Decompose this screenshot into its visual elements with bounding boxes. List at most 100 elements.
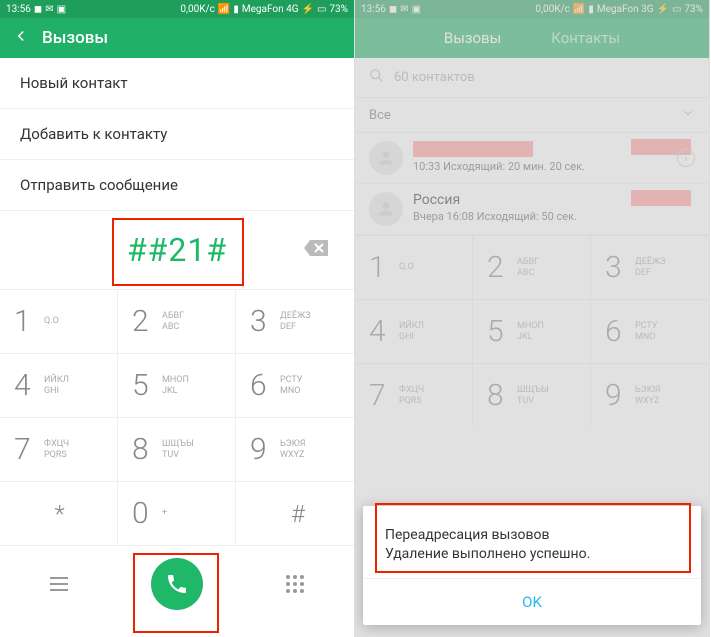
key-digit: 0 — [132, 496, 154, 531]
avatar — [369, 141, 403, 175]
key-8[interactable]: 8 ШЩЪЫTUV — [473, 363, 591, 427]
key-letters: ЬЭЮЯWXYZ — [280, 439, 306, 460]
key-letters: МНОПJKL — [517, 321, 544, 342]
call-button[interactable] — [151, 558, 203, 610]
battery-icon: ▭ — [317, 4, 326, 15]
key-digit: 7 — [14, 432, 36, 467]
key-digit: 5 — [132, 368, 154, 403]
key-digit: 7 — [369, 378, 391, 413]
key-3[interactable]: 3ДЕЁЖЗDEF — [591, 235, 709, 299]
key-digit: # — [291, 500, 313, 528]
vk-icon: ▣ — [412, 4, 421, 15]
key-9[interactable]: 9ЬЭЮЯWXYZ — [236, 417, 354, 481]
right-phone: 13:56 ◼ ✉ ▣ 0,00K/c 📶 ▮ MegaFon 3G ⚡ ▭ 7… — [355, 0, 710, 637]
key-digit: 6 — [605, 314, 627, 349]
key-6[interactable]: 6 РСТУMNO — [591, 299, 709, 363]
key-2[interactable]: 2 АБВГABC — [473, 235, 591, 299]
key-digit: 2 — [487, 250, 509, 285]
wifi-icon: 📶 — [573, 4, 585, 15]
key-*[interactable]: * — [0, 481, 118, 545]
key-6[interactable]: 6РСТУMNO — [236, 353, 354, 417]
key-letters: АБВГABC — [162, 311, 184, 332]
dialpad: 1Q.O 2 АБВГABC 3ДЕЁЖЗDEF 4ИЙКЛGHI5МНОПJKL6РС… — [0, 289, 354, 545]
key-7[interactable]: 7 ФХЦЧPQRS — [0, 417, 118, 481]
key-letters: ДЕЁЖЗDEF — [280, 311, 311, 332]
key-1[interactable]: 1 Q.O — [355, 235, 473, 299]
key-digit: 4 — [14, 368, 36, 403]
key-letters: РСТУMNO — [635, 321, 657, 342]
battery-icon: ▭ — [672, 4, 681, 15]
net-speed: 0,00K/c — [535, 4, 569, 15]
charge-icon: ⚡ — [657, 4, 669, 15]
key-4[interactable]: 4ИЙКЛGHI — [0, 353, 118, 417]
key-letters: ФХЦЧPQRS — [44, 439, 69, 460]
key-digit: 3 — [605, 250, 627, 285]
key-letters: ИЙКЛGHI — [399, 321, 424, 342]
dialpad-toggle[interactable] — [236, 546, 354, 621]
back-icon[interactable] — [12, 27, 30, 49]
action-menu: Новый контакт Добавить к контакту Отправ… — [0, 58, 354, 211]
status-bar: 13:56 ◼ ✉ ▣ 0,00K/c 📶 ▮ MegaFon 4G ⚡ ▭ 7… — [0, 0, 354, 18]
call-detail: 10:33 Исходящий: 20 мин. 20 сек. — [413, 160, 695, 173]
menu-send-message[interactable]: Отправить сообщение — [0, 160, 354, 211]
key-#[interactable]: # — [236, 481, 354, 545]
battery-pct: 73% — [684, 4, 703, 15]
key-letters: ФХЦЧPQRS — [399, 385, 424, 406]
key-digit: 9 — [605, 378, 627, 413]
menu-button[interactable] — [0, 546, 118, 621]
mail-icon: ✉ — [45, 4, 53, 15]
tab-calls[interactable]: Вызовы — [444, 29, 501, 47]
key-digit: 1 — [369, 250, 391, 285]
menu-add-to-contact[interactable]: Добавить к контакту — [0, 109, 354, 160]
dialed-number: ##21# — [127, 231, 227, 269]
vk-icon: ▣ — [57, 4, 66, 15]
dialog-line1: Переадресация вызовов — [385, 526, 679, 545]
key-1[interactable]: 1Q.O — [0, 289, 118, 353]
key-5[interactable]: 5МНОПJKL — [118, 353, 236, 417]
dialog-ok-button[interactable]: OK — [363, 578, 701, 625]
call-log-item[interactable]: 10:33 Исходящий: 20 мин. 20 сек. › — [355, 133, 709, 184]
app-header: Вызовы — [0, 18, 354, 58]
signal-icon: ▮ — [233, 4, 239, 15]
dialog-line2: Удаление выполнено успешно. — [385, 545, 679, 564]
key-2[interactable]: 2 АБВГABC — [118, 289, 236, 353]
sync-icon: ◼ — [389, 4, 397, 15]
info-icon[interactable]: › — [677, 149, 695, 167]
status-bar: 13:56 ◼ ✉ ▣ 0,00K/c 📶 ▮ MegaFon 3G ⚡ ▭ 7… — [355, 0, 709, 18]
key-letters: ЬЭЮЯWXYZ — [635, 385, 661, 406]
key-0[interactable]: 0+ — [118, 481, 236, 545]
search-row[interactable]: 60 контактов — [355, 58, 709, 98]
key-digit: 5 — [487, 314, 509, 349]
menu-new-contact[interactable]: Новый контакт — [0, 58, 354, 109]
key-4[interactable]: 4ИЙКЛGHI — [355, 299, 473, 363]
search-placeholder: 60 контактов — [394, 70, 475, 85]
key-digit: 2 — [132, 304, 154, 339]
key-9[interactable]: 9 ЬЭЮЯWXYZ — [591, 363, 709, 427]
chevron-down-icon — [681, 106, 695, 124]
key-8[interactable]: 8ШЩЪЫTUV — [118, 417, 236, 481]
tab-contacts[interactable]: Контакты — [551, 29, 620, 47]
key-letters: + — [162, 508, 167, 518]
dialed-number-row: ##21# — [0, 211, 354, 289]
status-time: 13:56 — [6, 4, 31, 15]
call-log-item[interactable]: Россия Вчера 16:08 Исходящий: 50 сек. — [355, 184, 709, 235]
key-digit: 8 — [487, 378, 509, 413]
key-letters: Q.O — [44, 316, 59, 326]
battery-pct: 73% — [329, 4, 348, 15]
key-letters: АБВГABC — [517, 257, 539, 278]
key-digit: * — [55, 500, 77, 528]
key-letters: ШЩЪЫTUV — [517, 385, 549, 406]
backspace-icon[interactable] — [302, 238, 330, 262]
left-phone: 13:56 ◼ ✉ ▣ 0,00K/c 📶 ▮ MegaFon 4G ⚡ ▭ 7… — [0, 0, 355, 637]
result-dialog: Переадресация вызовов Удаление выполнено… — [363, 506, 701, 625]
key-3[interactable]: 3ДЕЁЖЗDEF — [236, 289, 354, 353]
carrier: MegaFon 3G — [597, 4, 654, 15]
charge-icon: ⚡ — [302, 4, 314, 15]
key-letters: Q.O — [399, 262, 414, 272]
key-5[interactable]: 5 МНОПJKL — [473, 299, 591, 363]
key-7[interactable]: 7 ФХЦЧPQRS — [355, 363, 473, 427]
search-icon — [369, 68, 384, 87]
dialpad: 1 Q.O 2 АБВГABC 3ДЕЁЖЗDEF 4ИЙКЛGHI 5 МНОПJKL 6 РС… — [355, 235, 709, 427]
call-detail: Вчера 16:08 Исходящий: 50 сек. — [413, 210, 695, 223]
filter-row[interactable]: Все — [355, 98, 709, 133]
